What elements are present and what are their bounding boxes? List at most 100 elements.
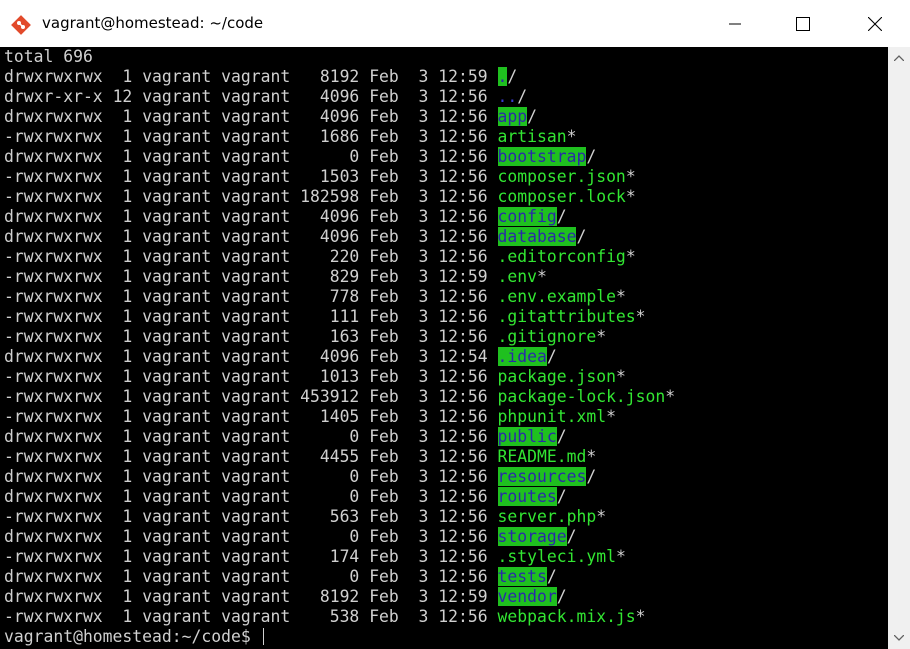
group-cell: vagrant: [221, 447, 291, 466]
day-cell: 3: [408, 487, 429, 506]
link-count-cell: 1: [112, 67, 133, 86]
scroll-up-arrow-icon: [894, 55, 904, 61]
minimize-button[interactable]: [712, 0, 758, 47]
title-bar[interactable]: vagrant@homestead: ~/code: [0, 0, 910, 47]
listing-row: drwxrwxrwx 1 vagrant vagrant 8192 Feb 3 …: [4, 587, 567, 607]
month-cell: Feb: [369, 227, 399, 246]
time-cell: 12:56: [438, 427, 488, 446]
group-cell: vagrant: [221, 587, 291, 606]
owner-cell: vagrant: [142, 167, 212, 186]
total-line: total 696: [4, 47, 93, 66]
terminal-output[interactable]: total 696 drwxrwxrwx 1 vagrant vagrant 8…: [0, 47, 888, 649]
owner-cell: vagrant: [142, 247, 212, 266]
maximize-button[interactable]: [780, 0, 826, 47]
close-button[interactable]: [852, 0, 898, 47]
owner-cell: vagrant: [142, 467, 212, 486]
permissions-cell: -rwxrwxrwx: [4, 547, 103, 566]
link-count-cell: 1: [112, 247, 133, 266]
file-name: package-lock.json: [497, 387, 666, 406]
link-count-cell: 1: [112, 367, 133, 386]
month-cell: Feb: [369, 427, 399, 446]
day-cell: 3: [408, 567, 429, 586]
directory-name: vendor: [497, 587, 557, 606]
size-cell: 8192: [300, 587, 360, 606]
day-cell: 3: [408, 147, 429, 166]
owner-cell: vagrant: [142, 227, 212, 246]
link-count-cell: 1: [112, 547, 133, 566]
type-suffix: *: [606, 407, 616, 426]
listing-row: -rwxrwxrwx 1 vagrant vagrant 4455 Feb 3 …: [4, 447, 596, 467]
link-count-cell: 1: [112, 327, 133, 346]
permissions-cell: -rwxrwxrwx: [4, 167, 103, 186]
link-count-cell: 1: [112, 567, 133, 586]
file-name: server.php: [497, 507, 597, 526]
size-cell: 163: [300, 327, 360, 346]
size-cell: 174: [300, 547, 360, 566]
git-bash-icon[interactable]: [10, 14, 32, 36]
type-suffix: *: [596, 507, 607, 526]
type-suffix: /: [586, 467, 597, 486]
day-cell: 3: [408, 427, 429, 446]
file-name: package.json: [497, 367, 616, 386]
time-cell: 12:56: [438, 387, 488, 406]
group-cell: vagrant: [221, 247, 291, 266]
type-suffix: /: [527, 107, 537, 126]
time-cell: 12:56: [438, 147, 488, 166]
day-cell: 3: [408, 347, 429, 366]
maximize-icon: [796, 16, 810, 31]
day-cell: 3: [408, 547, 429, 566]
link-count-cell: 1: [112, 427, 133, 446]
listing-row: -rwxrwxrwx 1 vagrant vagrant 538 Feb 3 1…: [4, 607, 646, 627]
permissions-cell: drwxrwxrwx: [4, 107, 103, 126]
permissions-cell: -rwxrwxrwx: [4, 247, 103, 266]
group-cell: vagrant: [221, 567, 291, 586]
directory-name: .idea: [497, 347, 547, 366]
day-cell: 3: [408, 267, 429, 286]
size-cell: 1686: [300, 127, 360, 146]
file-name: .styleci.yml: [497, 547, 616, 566]
group-cell: vagrant: [221, 487, 291, 506]
permissions-cell: drwxr-xr-x: [4, 87, 103, 106]
group-cell: vagrant: [221, 347, 291, 366]
month-cell: Feb: [369, 607, 399, 626]
size-cell: 1405: [300, 407, 360, 426]
type-suffix: /: [556, 427, 567, 446]
scroll-up-button[interactable]: [888, 47, 910, 69]
group-cell: vagrant: [221, 607, 291, 626]
size-cell: 4455: [300, 447, 360, 466]
listing-row: -rwxrwxrwx 1 vagrant vagrant 778 Feb 3 1…: [4, 287, 626, 307]
time-cell: 12:56: [438, 327, 488, 346]
scroll-down-button[interactable]: [888, 627, 910, 649]
day-cell: 3: [408, 607, 429, 626]
month-cell: Feb: [369, 507, 399, 526]
type-suffix: *: [615, 287, 626, 306]
group-cell: vagrant: [221, 107, 291, 126]
time-cell: 12:56: [438, 127, 488, 146]
link-count-cell: 1: [112, 407, 133, 426]
owner-cell: vagrant: [142, 147, 212, 166]
owner-cell: vagrant: [142, 267, 212, 286]
day-cell: 3: [408, 387, 429, 406]
scroll-track[interactable]: [888, 69, 910, 627]
directory-name: bootstrap: [497, 147, 587, 166]
command-prompt[interactable]: vagrant@homestead:~/code$: [4, 627, 264, 647]
type-suffix: *: [665, 387, 676, 406]
listing-row: drwxrwxrwx 1 vagrant vagrant 0 Feb 3 12:…: [4, 527, 576, 547]
day-cell: 3: [408, 287, 429, 306]
month-cell: Feb: [369, 467, 399, 486]
vertical-scrollbar[interactable]: [888, 47, 910, 649]
time-cell: 12:56: [438, 307, 488, 326]
link-count-cell: 1: [112, 347, 133, 366]
minimize-icon: [729, 23, 741, 24]
month-cell: Feb: [369, 67, 399, 86]
link-count-cell: 1: [112, 607, 133, 626]
listing-row: -rwxrwxrwx 1 vagrant vagrant 1686 Feb 3 …: [4, 127, 576, 147]
size-cell: 538: [300, 607, 360, 626]
owner-cell: vagrant: [142, 547, 212, 566]
size-cell: 563: [300, 507, 360, 526]
owner-cell: vagrant: [142, 447, 212, 466]
link-count-cell: 1: [112, 527, 133, 546]
link-count-cell: 1: [112, 127, 133, 146]
time-cell: 12:56: [438, 167, 488, 186]
permissions-cell: -rwxrwxrwx: [4, 387, 103, 406]
